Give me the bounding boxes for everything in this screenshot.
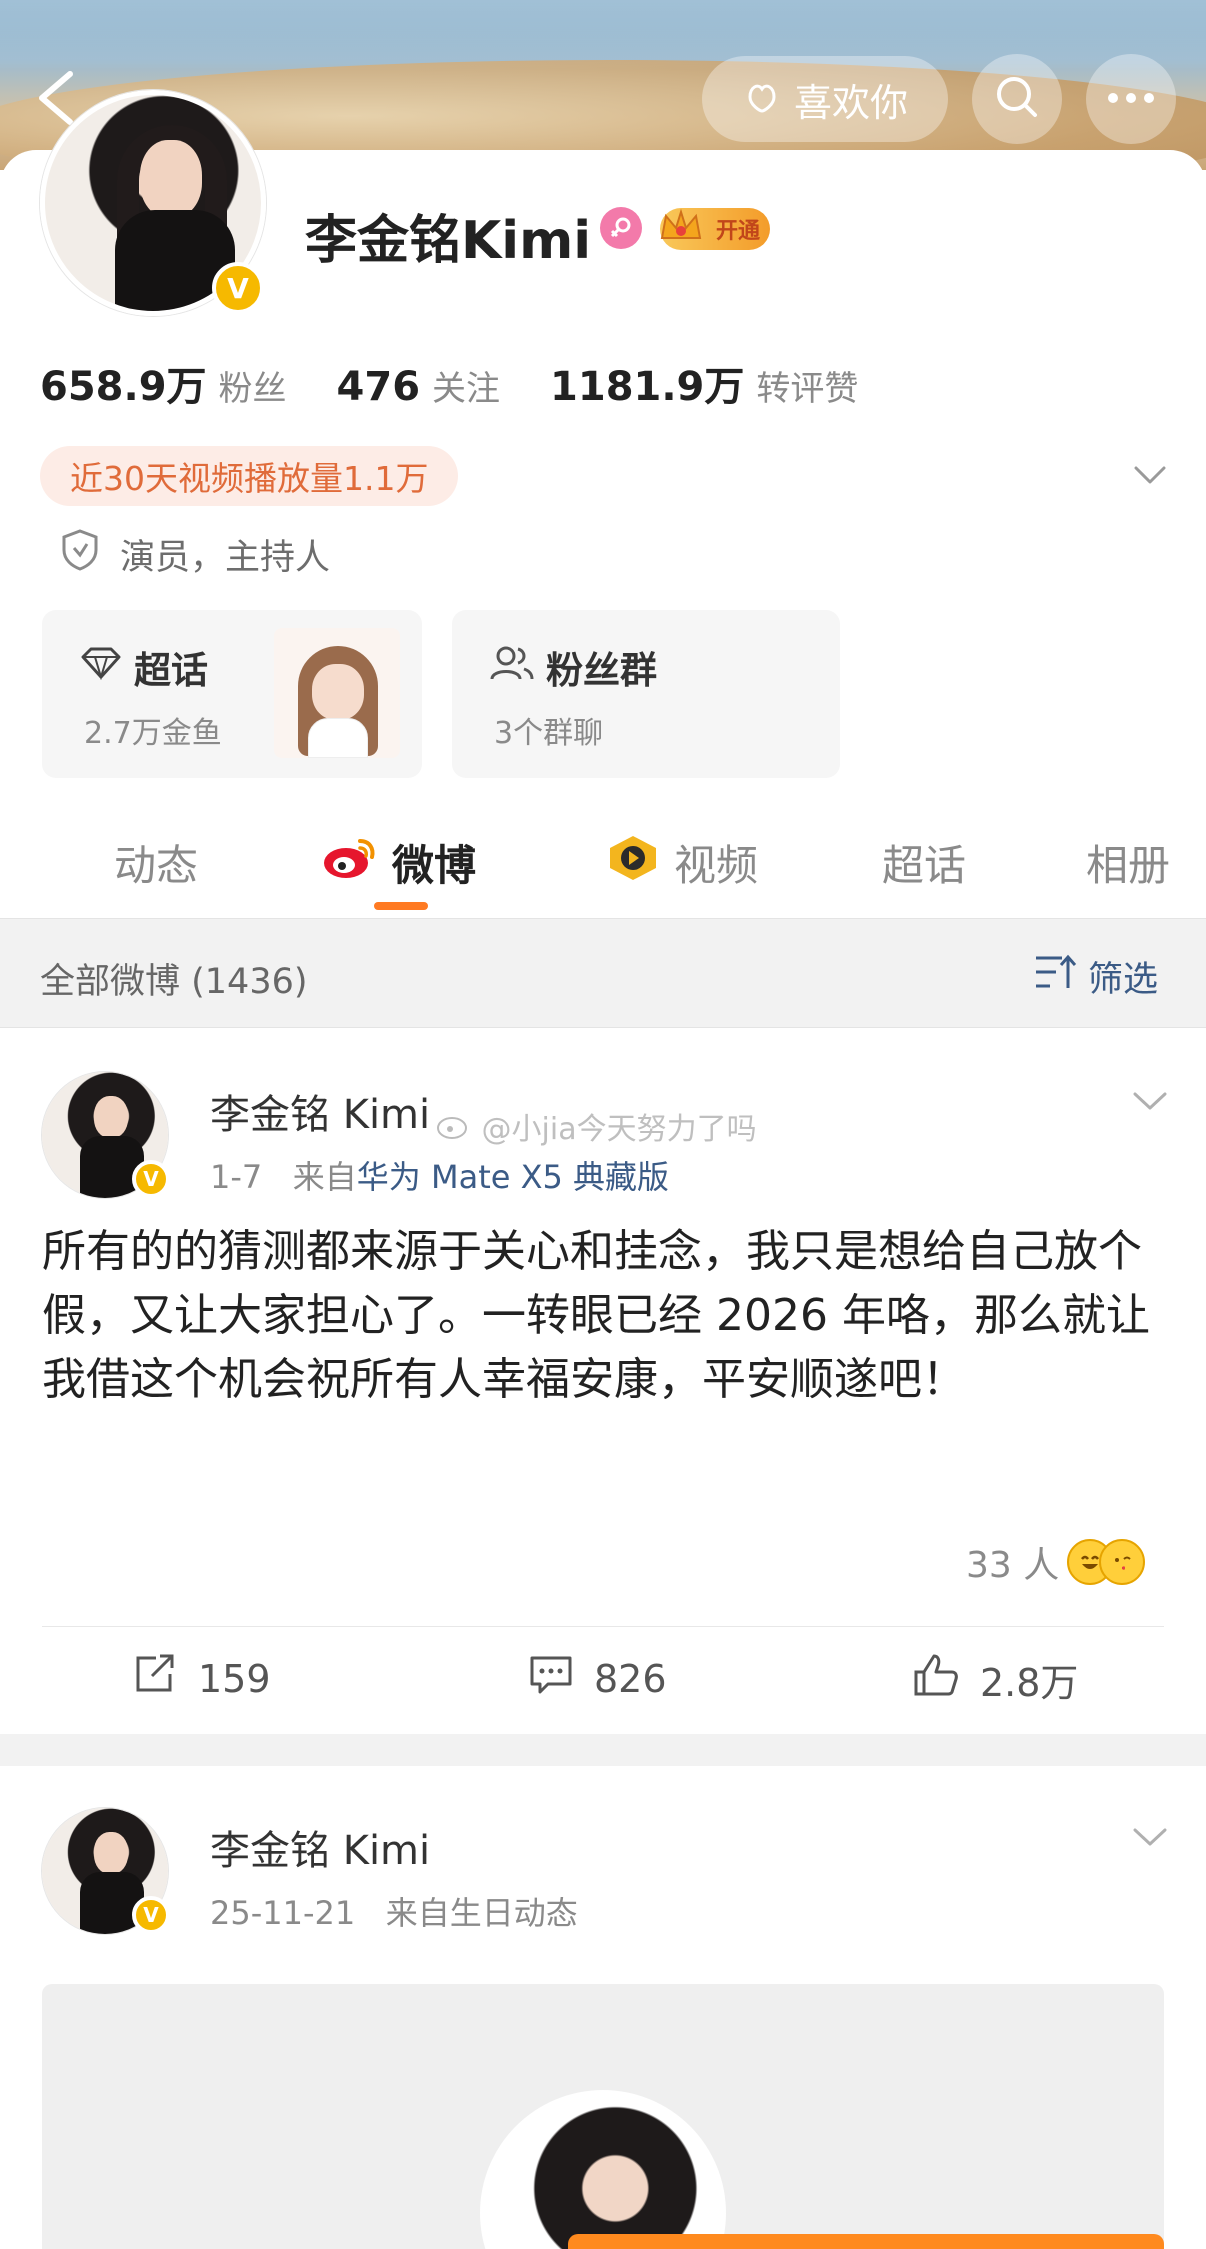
filter-bar: 全部微博 (1436) 筛选 <box>0 918 1206 1028</box>
tab-supertopic[interactable]: 超话 <box>882 832 966 893</box>
tab-label: 微博 <box>392 841 477 890</box>
post-separator <box>0 1734 1206 1766</box>
post-device[interactable]: 华为 Mate X5 典藏版 <box>357 1158 669 1196</box>
profile-name: 李金铭Kimi <box>305 211 592 271</box>
like-you-label: 喜欢你 <box>793 80 908 125</box>
tab-album[interactable]: 相册 <box>1086 832 1170 893</box>
female-icon <box>600 207 642 249</box>
followers-count[interactable]: 658.9万 <box>40 354 207 412</box>
search-icon <box>992 72 1042 126</box>
following-count[interactable]: 476 <box>337 364 421 410</box>
post-divider <box>42 1626 1164 1627</box>
interactions-count[interactable]: 1181.9万 <box>550 354 744 412</box>
back-icon[interactable] <box>30 68 82 128</box>
thumbs-up-icon <box>912 1652 960 1707</box>
video-play-icon <box>606 834 660 892</box>
supertopic-card[interactable]: 超话 2.7万金鱼 <box>42 610 422 778</box>
tab-label: 视频 <box>674 841 759 890</box>
weibo-watermark-icon <box>436 1112 482 1147</box>
supertopic-image <box>274 628 400 758</box>
supertopic-sub: 2.7万金鱼 <box>84 716 222 751</box>
verified-badge-icon: V <box>132 1896 170 1934</box>
fan-group-title: 粉丝群 <box>546 649 657 692</box>
post-author[interactable]: 李金铭 Kimi <box>210 1818 430 1876</box>
weibo-logo-icon <box>322 835 378 891</box>
post-source: 来自生日动态 <box>385 1894 578 1932</box>
all-posts-count: 全部微博 (1436) <box>40 962 308 1002</box>
more-dots-icon <box>1106 90 1156 109</box>
post-date: 1-7 <box>210 1158 263 1196</box>
hand-heart-icon <box>742 75 782 124</box>
profile-stats: 658.9万 粉丝 476 关注 1181.9万 转评赞 <box>40 354 858 412</box>
filter-icon <box>1034 952 1078 1001</box>
tags-text: 演员，主持人 <box>120 538 331 578</box>
vip-open-badge[interactable]: 开通 <box>660 208 770 250</box>
repost-button[interactable]: 159 <box>132 1652 271 1705</box>
post-image[interactable] <box>42 1984 1164 2249</box>
following-label[interactable]: 关注 <box>432 361 500 410</box>
diamond-icon <box>80 646 122 689</box>
active-tab-indicator <box>374 902 428 910</box>
comment-icon <box>528 1652 574 1705</box>
chevron-down-icon[interactable] <box>1130 1088 1170 1114</box>
watermark-text: @小jia今天努力了吗 <box>481 1112 757 1147</box>
followers-label[interactable]: 粉丝 <box>219 361 287 410</box>
profile-tabs: 动态 微博 视频 超话 相册 <box>0 812 1206 922</box>
fan-group-card[interactable]: 粉丝群 3个群聊 <box>452 610 840 778</box>
reaction-count: 33 人 <box>966 1545 1060 1586</box>
chevron-down-icon[interactable] <box>1130 460 1170 490</box>
post-source-prefix: 来自 <box>292 1158 357 1196</box>
tab-activity[interactable]: 动态 <box>114 832 198 893</box>
supertopic-title: 超话 <box>134 649 208 692</box>
tab-video[interactable]: 视频 <box>606 832 758 893</box>
comment-count: 826 <box>594 1656 667 1701</box>
like-count: 2.8万 <box>980 1661 1079 1705</box>
reaction-summary[interactable]: 33 人 <box>966 1536 1146 1588</box>
tab-label: 超话 <box>882 841 967 890</box>
share-icon <box>132 1652 178 1705</box>
shield-icon <box>60 528 100 581</box>
comment-button[interactable]: 826 <box>528 1652 667 1705</box>
post-author[interactable]: 李金铭 Kimi <box>210 1082 430 1140</box>
chevron-down-icon[interactable] <box>1130 1824 1170 1850</box>
verified-badge-icon: V <box>212 262 264 314</box>
birthday-avatar-image <box>480 2090 726 2249</box>
post-date: 25-11-21 <box>210 1894 356 1932</box>
like-you-button[interactable]: 喜欢你 <box>702 56 948 142</box>
interactions-label[interactable]: 转评赞 <box>756 361 858 410</box>
more-button[interactable] <box>1086 54 1176 144</box>
verified-badge-icon: V <box>132 1160 170 1198</box>
tab-weibo[interactable]: 微博 <box>322 832 476 893</box>
tab-label: 动态 <box>114 841 199 890</box>
filter-label: 筛选 <box>1088 960 1159 1000</box>
profile-tags: 演员，主持人 <box>60 528 330 581</box>
post-meta: 25-11-21 来自生日动态 <box>210 1888 578 1934</box>
watermark: @小jia今天努力了吗 <box>436 1104 757 1148</box>
tab-label: 相册 <box>1086 841 1171 890</box>
post-text: 所有的的猜测都来源于关心和挂念，我只是想给自己放个假，又让大家担心了。一转眼已经… <box>42 1226 1150 1405</box>
crown-icon <box>656 202 706 252</box>
search-button[interactable] <box>972 54 1062 144</box>
vip-open-label: 开通 <box>715 219 760 244</box>
post-meta: 1-7 来自华为 Mate X5 典藏版 <box>210 1152 669 1198</box>
like-button[interactable]: 2.8万 <box>912 1652 1078 1707</box>
video-plays-badge[interactable]: 近30天视频播放量1.1万 <box>40 446 459 506</box>
bottom-action-bar[interactable] <box>568 2234 1164 2249</box>
kiss-emoji-icon <box>1099 1539 1146 1585</box>
group-icon <box>490 645 534 690</box>
repost-count: 159 <box>198 1656 271 1701</box>
fan-group-sub: 3个群聊 <box>494 716 604 751</box>
filter-button[interactable]: 筛选 <box>1034 951 1158 1002</box>
